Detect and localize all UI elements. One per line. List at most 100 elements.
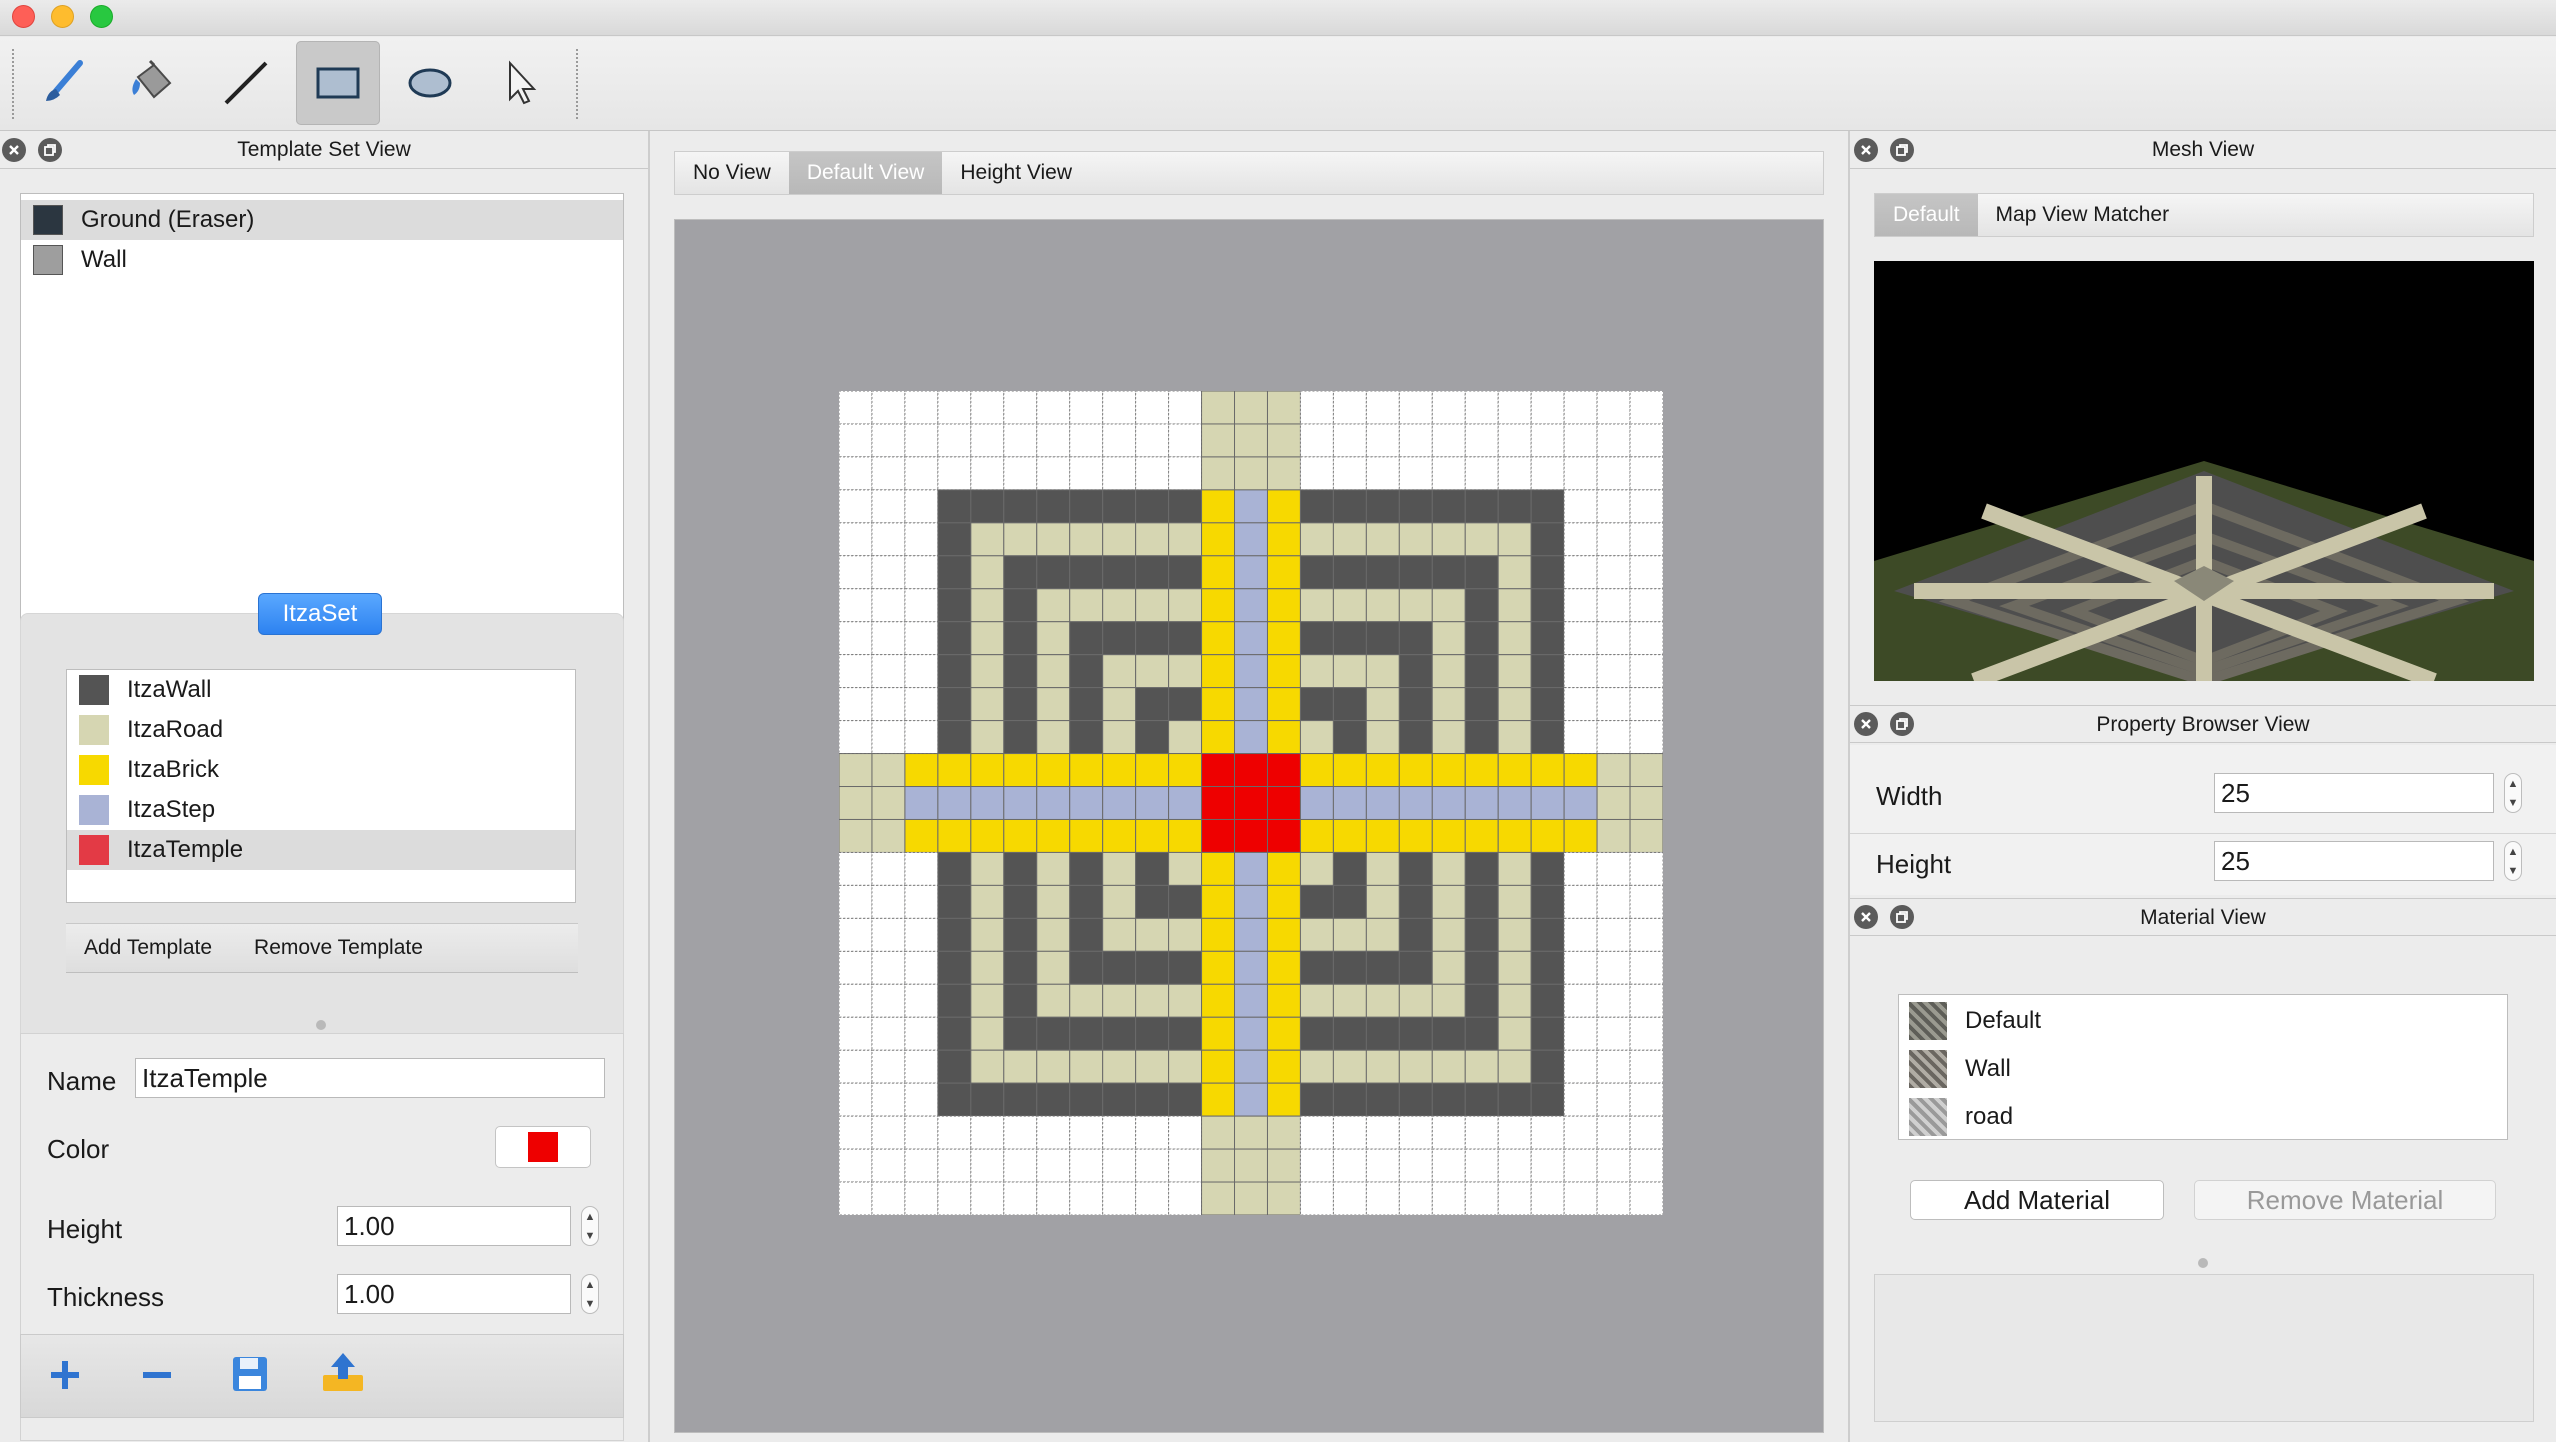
panel-float-icon[interactable] <box>38 138 62 162</box>
map-tile[interactable] <box>1299 983 1334 1018</box>
map-tile[interactable] <box>1135 1049 1170 1084</box>
map-tile[interactable] <box>1431 1181 1466 1215</box>
map-tile[interactable] <box>937 1181 972 1215</box>
export-icon[interactable] <box>319 1349 367 1397</box>
map-tile[interactable] <box>1497 786 1532 820</box>
map-tile[interactable] <box>904 1181 939 1215</box>
map-tile[interactable] <box>1629 1148 1663 1183</box>
map-tile[interactable] <box>904 884 939 919</box>
map-tile[interactable] <box>904 456 939 491</box>
map-tile[interactable] <box>970 1181 1005 1215</box>
map-tile[interactable] <box>1102 1016 1137 1051</box>
map-tile[interactable] <box>1497 917 1532 952</box>
map-tile[interactable] <box>1102 753 1137 788</box>
map-tile[interactable] <box>839 950 873 985</box>
map-tile[interactable] <box>1497 983 1532 1018</box>
map-tile[interactable] <box>1234 851 1268 886</box>
map-tile[interactable] <box>1464 456 1499 491</box>
map-tile[interactable] <box>1464 1082 1499 1117</box>
map-tile[interactable] <box>1266 588 1301 623</box>
map-tile[interactable] <box>1234 884 1268 919</box>
map-tile[interactable] <box>1563 818 1598 853</box>
map-tile[interactable] <box>1168 1181 1203 1215</box>
map-tile[interactable] <box>1069 687 1104 722</box>
map-tile[interactable] <box>1102 1181 1137 1215</box>
map-tile[interactable] <box>937 1148 972 1183</box>
map-tile[interactable] <box>839 489 873 524</box>
map-tile[interactable] <box>839 753 873 788</box>
map-tile[interactable] <box>1629 1049 1663 1084</box>
map-tile[interactable] <box>1563 621 1598 656</box>
map-tile[interactable] <box>1102 654 1137 689</box>
map-tile[interactable] <box>1036 786 1071 820</box>
map-tile[interactable] <box>871 654 906 689</box>
map-tile[interactable] <box>871 555 906 590</box>
map-tile[interactable] <box>1497 1181 1532 1215</box>
map-tile[interactable] <box>1332 1115 1367 1150</box>
map-tile[interactable] <box>937 391 972 425</box>
map-tile[interactable] <box>1036 884 1071 919</box>
map-tile[interactable] <box>871 1148 906 1183</box>
map-tile[interactable] <box>1332 786 1367 820</box>
map-tile[interactable] <box>1596 983 1631 1018</box>
map-tile[interactable] <box>1036 1082 1071 1117</box>
map-tile[interactable] <box>839 884 873 919</box>
map-tile[interactable] <box>1398 588 1433 623</box>
map-tile[interactable] <box>1365 983 1400 1018</box>
map-tile[interactable] <box>1135 983 1170 1018</box>
map-tile[interactable] <box>1464 1049 1499 1084</box>
map-tile[interactable] <box>1135 1082 1170 1117</box>
map-tile[interactable] <box>1431 950 1466 985</box>
map-tile[interactable] <box>1563 1082 1598 1117</box>
map-tile[interactable] <box>1003 588 1038 623</box>
map-tile[interactable] <box>1629 621 1663 656</box>
map-tile[interactable] <box>1365 786 1400 820</box>
map-tile[interactable] <box>1036 687 1071 722</box>
map-tile[interactable] <box>1629 423 1663 458</box>
map-tile[interactable] <box>1069 1181 1104 1215</box>
map-tile[interactable] <box>1234 950 1268 985</box>
map-tile[interactable] <box>1102 950 1137 985</box>
map-tile[interactable] <box>1497 884 1532 919</box>
map-tile[interactable] <box>1069 391 1104 425</box>
map-tile[interactable] <box>1036 456 1071 491</box>
map-tile[interactable] <box>1003 753 1038 788</box>
map-tile[interactable] <box>871 1115 906 1150</box>
map-tile[interactable] <box>1135 1016 1170 1051</box>
map-tile[interactable] <box>1201 818 1236 853</box>
map-tile[interactable] <box>1135 588 1170 623</box>
map-tile[interactable] <box>1365 1082 1400 1117</box>
map-tile[interactable] <box>1135 1181 1170 1215</box>
map-tile[interactable] <box>1168 522 1203 557</box>
map-tile[interactable] <box>1431 621 1466 656</box>
map-tile[interactable] <box>904 753 939 788</box>
map-tile[interactable] <box>970 423 1005 458</box>
map-tile[interactable] <box>1135 423 1170 458</box>
map-tile[interactable] <box>1299 1181 1334 1215</box>
map-tile[interactable] <box>937 884 972 919</box>
map-tile[interactable] <box>1003 687 1038 722</box>
map-tile[interactable] <box>1497 687 1532 722</box>
map-tile[interactable] <box>1266 391 1301 425</box>
map-tile[interactable] <box>1036 983 1071 1018</box>
map-tile[interactable] <box>1629 753 1663 788</box>
map-tile[interactable] <box>1530 1115 1565 1150</box>
map-tile[interactable] <box>1234 720 1268 755</box>
map-tile[interactable] <box>1168 687 1203 722</box>
map-tile[interactable] <box>1464 983 1499 1018</box>
map-tile[interactable] <box>1530 621 1565 656</box>
map-tile[interactable] <box>1299 456 1334 491</box>
map-tile[interactable] <box>1201 522 1236 557</box>
map-tile[interactable] <box>1299 1115 1334 1150</box>
map-tile[interactable] <box>1135 1115 1170 1150</box>
map-tile[interactable] <box>1069 456 1104 491</box>
set-template-item[interactable]: ItzaTemple <box>67 830 575 870</box>
tab-map-view-matcher[interactable]: Map View Matcher <box>1978 194 2188 236</box>
map-tile[interactable] <box>1234 555 1268 590</box>
map-tile[interactable] <box>1036 720 1071 755</box>
map-tile[interactable] <box>1464 917 1499 952</box>
map-tile[interactable] <box>1596 1181 1631 1215</box>
map-tile[interactable] <box>1332 687 1367 722</box>
map-tile[interactable] <box>1102 884 1137 919</box>
map-tile[interactable] <box>1102 818 1137 853</box>
